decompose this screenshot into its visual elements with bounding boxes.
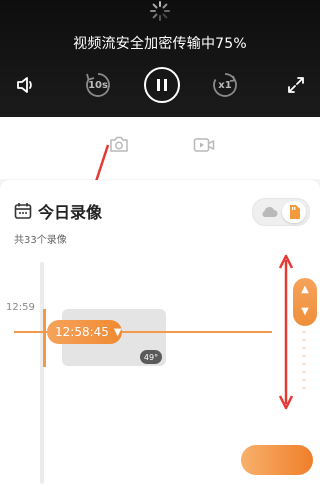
fullscreen-icon	[288, 77, 304, 93]
storage-source-toggle[interactable]	[252, 198, 310, 226]
chevron-up-icon[interactable]: ▲	[293, 284, 317, 295]
video-player[interactable]: 视频流安全加密传输中75% 10s x1	[0, 0, 320, 117]
speed-label: x1	[218, 79, 232, 91]
chevron-down-icon[interactable]: ▼	[293, 306, 317, 317]
rewind-label: 10s	[88, 79, 108, 91]
recordings-title: 今日录像	[38, 203, 103, 222]
zoom-slider-handle[interactable]: ▲ ▼	[293, 278, 317, 326]
pause-icon	[157, 79, 167, 91]
sd-card-option[interactable]	[282, 201, 306, 223]
timeline-cursor[interactable]	[43, 309, 46, 367]
zoom-scale	[302, 331, 306, 389]
timeline-track[interactable]	[40, 262, 44, 484]
loading-spinner-icon	[150, 1, 170, 21]
current-time-pill[interactable]: 12:58:45 ▼	[47, 320, 122, 344]
pause-button[interactable]	[144, 67, 180, 103]
current-time-text: 12:58:45	[55, 325, 109, 339]
caret-down-icon: ▼	[113, 326, 122, 338]
capture-tabs	[0, 117, 320, 215]
video-camera-icon[interactable]	[193, 137, 215, 153]
annotation-double-arrow-icon	[278, 254, 294, 410]
angle-badge: 49°	[140, 350, 162, 364]
hour-tick-label: 12:59	[6, 302, 35, 313]
speaker-icon	[17, 77, 32, 93]
cloud-icon[interactable]	[260, 206, 278, 218]
stream-status-text: 视频流安全加密传输中75%	[73, 36, 247, 52]
action-button[interactable]	[241, 445, 313, 475]
recordings-count: 共33个录像	[14, 235, 67, 246]
fullscreen-button[interactable]	[286, 75, 306, 95]
recordings-header: 今日录像	[14, 199, 102, 223]
calendar-icon	[14, 203, 32, 219]
volume-button[interactable]	[14, 74, 36, 96]
rewind-10s-button[interactable]: 10s	[84, 71, 112, 99]
playback-speed-button[interactable]: x1	[211, 71, 239, 99]
sd-card-icon	[290, 205, 300, 219]
